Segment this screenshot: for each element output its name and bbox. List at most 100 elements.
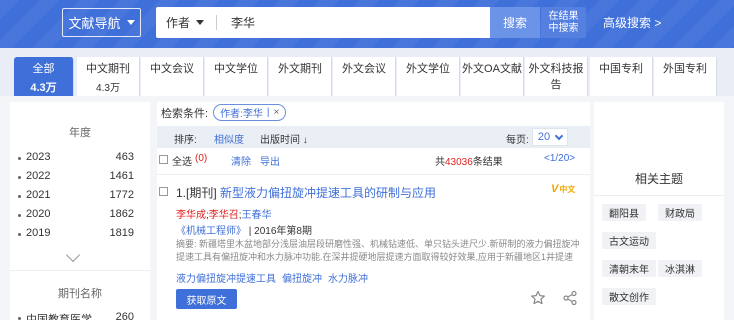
- bullet-icon: [18, 157, 21, 160]
- tab-5[interactable]: 外文会议: [333, 57, 396, 96]
- year-label: 2019: [26, 227, 51, 239]
- total-results: 共43036条结果: [435, 153, 503, 168]
- tab-count: 4.3万: [96, 83, 120, 94]
- author-link[interactable]: 李华召: [209, 210, 239, 221]
- tab-6[interactable]: 外文学位: [397, 57, 460, 96]
- related-topic-tag[interactable]: 散文创作: [602, 288, 656, 305]
- journal-filter-title: 期刊名称: [58, 288, 102, 300]
- field-divider: [216, 15, 217, 30]
- bullet-icon: [18, 176, 21, 179]
- sidebar-divider: [10, 270, 150, 271]
- year-filter-item[interactable]: 2021 1772: [18, 189, 134, 205]
- tab-4[interactable]: 外文期刊: [269, 57, 332, 96]
- sort-relevance[interactable]: 相似度: [214, 131, 244, 146]
- year-label: 2020: [26, 208, 51, 220]
- year-filter-item[interactable]: 2019 1819: [18, 227, 134, 243]
- related-topic-tag[interactable]: 清朝末年: [602, 260, 656, 277]
- pager[interactable]: <1/20>: [544, 153, 575, 164]
- advanced-search-link[interactable]: 高级搜索 >: [603, 14, 661, 31]
- condition-tag-separator: |: [266, 107, 270, 118]
- tab-label: 外国专利: [663, 63, 707, 75]
- bullet-icon: [18, 195, 21, 198]
- chevron-down-icon: [554, 131, 564, 140]
- result-checkbox[interactable]: [159, 187, 168, 196]
- oa-badge-mark: V: [551, 183, 559, 195]
- result-authors: 李华成;李华召;王春华: [176, 206, 272, 221]
- tab-10[interactable]: 外国专利: [654, 57, 717, 96]
- select-all-label: 全选: [172, 157, 192, 168]
- year-filter-title: 年度: [69, 127, 91, 139]
- author-link[interactable]: 王春华: [242, 210, 272, 221]
- tab-0[interactable]: 全部 4.3万: [14, 57, 74, 96]
- year-count: 1862: [109, 208, 134, 220]
- tab-2[interactable]: 中文会议: [141, 57, 204, 96]
- related-topic-tag[interactable]: 冰淇淋: [658, 260, 702, 277]
- author-link[interactable]: 李华成: [176, 210, 206, 221]
- per-page-label: 每页:: [506, 135, 529, 146]
- bullet-icon: [18, 233, 21, 236]
- tab-label: 外文OA文献: [462, 63, 522, 75]
- filter-sidebar: 年度 2023 463 2022 1461 2021 1772 2020 1862 2019 18…: [10, 102, 150, 320]
- year-label: 2023: [26, 151, 51, 163]
- result-index: 1.: [176, 186, 187, 200]
- oa-badge-text: 中文: [559, 184, 576, 194]
- search-button[interactable]: 搜索: [490, 7, 540, 38]
- tab-label: 外文学位: [406, 63, 450, 75]
- close-icon[interactable]: ×: [273, 107, 279, 118]
- result-keywords: 液力偏扭旋冲提速工具 偏扭旋冲 水力脉冲: [176, 270, 374, 285]
- year-filter-item[interactable]: 2020 1862: [18, 208, 134, 224]
- share-icon[interactable]: [562, 290, 578, 306]
- search-box: 作者: [156, 7, 490, 38]
- search-input[interactable]: [231, 7, 481, 38]
- related-topic-tag[interactable]: 翻阳县: [602, 204, 646, 221]
- caret-down-icon: [196, 20, 205, 25]
- tab-8[interactable]: 外文科技报告: [525, 57, 588, 96]
- condition-label: 检索条件:: [161, 107, 209, 120]
- total-suffix: 条结果: [472, 157, 503, 168]
- caret-down-icon: [126, 20, 135, 25]
- related-topics-title: 相关主题: [634, 172, 683, 186]
- search-in-results-button[interactable]: 在结果 中搜索: [541, 7, 586, 38]
- result-type: [期刊]: [186, 186, 217, 200]
- tab-label: 全部: [32, 63, 55, 75]
- related-topic-tag[interactable]: 古文运动: [602, 232, 656, 249]
- year-label: 2022: [26, 170, 51, 182]
- related-topics-divider: [594, 195, 724, 196]
- tab-label: 中国专利: [599, 63, 643, 75]
- search-field-label: 作者: [166, 16, 191, 30]
- tab-9[interactable]: 中国专利: [590, 57, 653, 96]
- related-topic-tag[interactable]: 财政局: [658, 204, 702, 221]
- sort-label: 排序:: [174, 135, 197, 146]
- tab-3[interactable]: 中文学位: [205, 57, 268, 96]
- journal-link[interactable]: 《机械工程师》: [176, 226, 246, 237]
- total-number: 43036: [445, 157, 473, 168]
- year-label: 2021: [26, 189, 51, 201]
- get-fulltext-button[interactable]: 获取原文: [176, 289, 237, 309]
- sort-publish-time[interactable]: 出版时间 ↓: [260, 131, 308, 146]
- export-button[interactable]: 导出: [260, 153, 280, 168]
- results-panel: 检索条件: 作者:李华 | × 排序: 相似度 出版时间 ↓ 每页: 20 全选…: [157, 102, 590, 320]
- in-result-label-2: 中搜索: [548, 22, 579, 34]
- literature-nav-button[interactable]: 文献导航: [62, 8, 141, 37]
- keyword-link[interactable]: 偏扭旋冲: [282, 274, 322, 285]
- journal-filter-item[interactable]: 中国教育医学 260: [18, 311, 134, 320]
- keyword-link[interactable]: 水力脉冲: [328, 274, 368, 285]
- star-icon[interactable]: [530, 290, 546, 306]
- year-filter-item[interactable]: 2023 463: [18, 151, 134, 167]
- tab-label: 中文会议: [150, 63, 194, 75]
- keyword-link[interactable]: 液力偏扭旋冲提速工具: [176, 274, 276, 285]
- expand-chevron-icon[interactable]: [65, 247, 81, 263]
- select-all-checkbox[interactable]: [159, 155, 168, 164]
- year-filter-item[interactable]: 2022 1461: [18, 170, 134, 186]
- result-title-link[interactable]: 新型液力偏扭旋冲提速工具的研制与应用: [220, 186, 436, 200]
- tab-1[interactable]: 中文期刊 4.3万: [77, 57, 140, 96]
- condition-tag-text: 作者:李华: [220, 109, 263, 120]
- tab-7[interactable]: 外文OA文献: [461, 57, 524, 96]
- related-topics-panel: 相关主题 翻阳县 财政局 古文运动清朝末年 冰淇淋 散文创作: [594, 102, 724, 320]
- tab-label: 外文会议: [342, 63, 386, 75]
- clear-button[interactable]: 清除: [231, 153, 251, 168]
- search-field-select[interactable]: 作者: [166, 7, 205, 38]
- per-page-select[interactable]: 20: [532, 128, 568, 146]
- oa-badge-icon: V 中文: [551, 183, 575, 195]
- tab-count: 4.3万: [30, 82, 57, 94]
